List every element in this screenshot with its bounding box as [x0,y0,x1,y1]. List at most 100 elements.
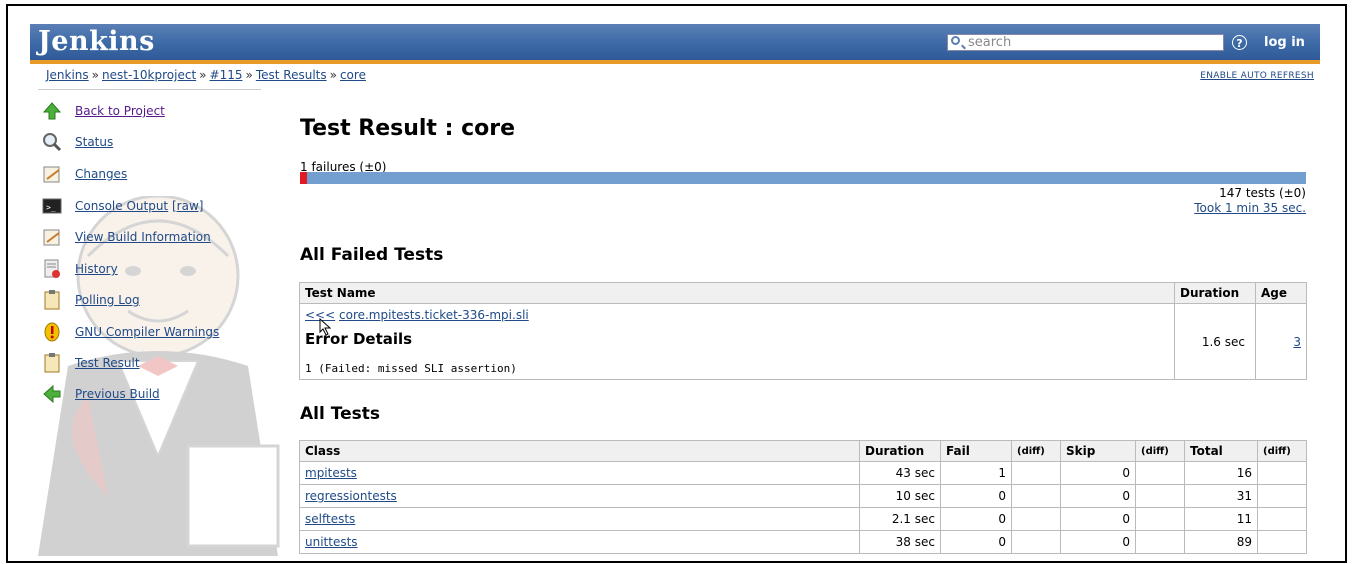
failed-test-age: 3 [1255,303,1307,380]
sidebar-item-back-to-project[interactable]: Back to Project [42,99,165,123]
sidebar-item-polling-log[interactable]: Polling Log [42,288,140,312]
search-icon [951,36,960,45]
duration-cell: 10 sec [859,484,941,508]
sidebar-item-label[interactable]: Status [75,135,113,149]
sidebar-item-label[interactable]: Previous Build [75,387,160,401]
breadcrumb-jenkins[interactable]: Jenkins [46,68,89,82]
skip-cell: 0 [1060,507,1136,531]
test-result-bar [300,172,1306,184]
clipboard-icon [42,290,62,310]
search-placeholder: search [968,35,1012,50]
sidebar-item-label[interactable]: Console Output [75,199,168,213]
duration-link[interactable]: Took 1 min 35 sec. [1194,201,1306,215]
all-tests-heading: All Tests [300,404,380,424]
left-arrow-icon [42,384,62,404]
sidebar-item-label[interactable]: Polling Log [75,293,140,307]
skip-cell: 0 [1060,461,1136,485]
sidebar-item-label[interactable]: History [75,262,118,276]
table-header-row: Class Duration Fail (diff) Skip (diff) T… [299,440,1307,462]
sidebar-item-label[interactable]: Changes [75,167,127,181]
jenkins-logo[interactable]: Jenkins [38,26,155,57]
skip-diff-cell [1135,507,1185,531]
mouse-cursor-icon [319,318,332,336]
breadcrumb-separator: » [91,68,100,82]
notepad-icon [42,164,62,184]
failed-tests-table: Test Name Duration Age <<< core.mpitests… [299,282,1307,380]
jenkins-butler-watermark [38,196,280,556]
class-link[interactable]: mpitests [305,466,357,480]
login-link[interactable]: log in [1264,35,1305,50]
terminal-icon: >_ [42,196,62,216]
class-cell: unittests [299,530,860,554]
total-cell: 89 [1184,530,1258,554]
class-link[interactable]: regressiontests [305,489,397,503]
breadcrumb-separator: » [329,68,337,82]
breadcrumb-separator: » [245,68,253,82]
age-link[interactable]: 3 [1293,335,1301,349]
table-row: regressiontests 10 sec 0 0 31 [299,484,1307,508]
tests-count: 147 tests (±0) [1219,186,1306,200]
col-duration: Duration [859,440,941,462]
clipboard-icon [42,353,62,373]
all-tests-table: Class Duration Fail (diff) Skip (diff) T… [299,440,1307,554]
col-skip-diff: (diff) [1135,440,1185,462]
total-cell: 31 [1184,484,1258,508]
col-total-diff: (diff) [1257,440,1307,462]
total-diff-cell [1257,484,1307,508]
col-duration: Duration [1174,282,1256,304]
table-row: mpitests 43 sec 1 0 16 [299,461,1307,485]
breadcrumb-build[interactable]: #115 [210,68,243,82]
sidebar-item-view-build-information[interactable]: View Build Information [42,225,211,249]
col-skip: Skip [1060,440,1136,462]
sidebar-item-gnu-compiler-warnings[interactable]: GNU Compiler Warnings [42,320,219,344]
total-cell: 16 [1184,461,1258,485]
col-fail: Fail [940,440,1012,462]
search-input[interactable]: search [947,34,1224,51]
total-diff-cell [1257,461,1307,485]
sidebar-item-status[interactable]: Status [42,130,113,154]
class-link[interactable]: unittests [305,535,358,549]
col-total: Total [1184,440,1258,462]
col-class: Class [299,440,860,462]
divider [38,89,261,90]
console-raw-link[interactable]: [raw] [172,199,203,213]
sidebar-item-history[interactable]: History [42,257,118,281]
total-cell: 11 [1184,507,1258,531]
skip-cell: 0 [1060,530,1136,554]
failed-test-link[interactable]: core.mpitests.ticket-336-mpi.sli [339,308,529,322]
class-link[interactable]: selftests [305,512,355,526]
magnifier-icon [42,132,62,152]
notepad-icon [42,227,62,247]
total-diff-cell [1257,507,1307,531]
table-header-row: Test Name Duration Age [299,282,1307,304]
breadcrumb-core[interactable]: core [340,68,366,82]
enable-auto-refresh-link[interactable]: ENABLE AUTO REFRESH [1200,71,1314,81]
help-icon[interactable]: ? [1232,35,1247,50]
fail-cell: 0 [940,484,1012,508]
class-cell: regressiontests [299,484,860,508]
test-result-bar-fail [300,172,307,184]
class-cell: mpitests [299,461,860,485]
sidebar-item-label[interactable]: Test Result [75,356,140,370]
sidebar-item-label[interactable]: View Build Information [75,230,211,244]
sidebar-item-label[interactable]: Back to Project [75,104,165,118]
sidebar-item-changes[interactable]: Changes [42,162,127,186]
sidebar-item-console-output[interactable]: >_ Console Output [raw] [42,194,203,218]
sidebar-item-previous-build[interactable]: Previous Build [42,382,160,406]
skip-diff-cell [1135,461,1185,485]
header-accent-line [30,60,1320,64]
history-icon [42,259,62,279]
sidebar-item-label[interactable]: GNU Compiler Warnings [75,325,219,339]
total-diff-cell [1257,530,1307,554]
breadcrumb-project[interactable]: nest-10kproject [102,68,196,82]
failed-test-duration: 1.6 sec [1174,303,1256,380]
svg-text:>_: >_ [46,203,56,212]
page-title: Test Result : core [300,116,515,141]
table-row: selftests 2.1 sec 0 0 11 [299,507,1307,531]
col-age: Age [1255,282,1307,304]
table-row: <<< core.mpitests.ticket-336-mpi.sli Err… [299,303,1307,380]
up-arrow-icon [42,101,62,121]
sidebar-item-test-result[interactable]: Test Result [42,351,140,375]
fail-cell: 0 [940,507,1012,531]
breadcrumb-test-results[interactable]: Test Results [256,68,327,82]
